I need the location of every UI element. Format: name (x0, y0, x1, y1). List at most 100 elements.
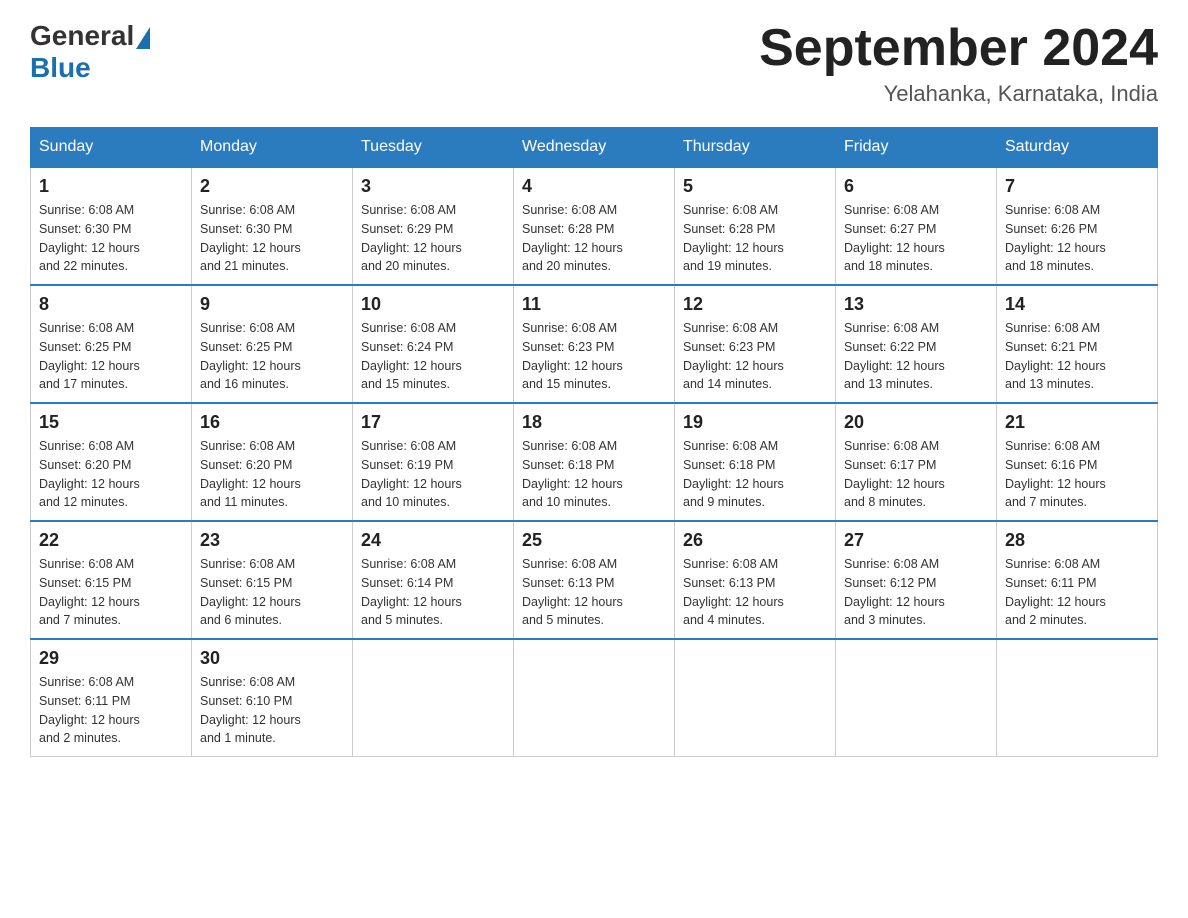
calendar-week-row: 29Sunrise: 6:08 AMSunset: 6:11 PMDayligh… (31, 639, 1158, 757)
day-number: 18 (522, 412, 666, 433)
column-header-friday: Friday (836, 128, 997, 168)
day-number: 5 (683, 176, 827, 197)
calendar-cell: 22Sunrise: 6:08 AMSunset: 6:15 PMDayligh… (31, 521, 192, 639)
logo-blue-text: Blue (30, 52, 150, 84)
calendar-cell (675, 639, 836, 757)
calendar-week-row: 15 Sunrise: 6:08 AMSunset: 6:20 PMDayligh… (31, 403, 1158, 521)
calendar-header-row: SundayMondayTuesdayWednesdayThursdayFrid… (31, 128, 1158, 168)
day-number: 15 (39, 412, 183, 433)
day-number: 1 (39, 176, 183, 197)
day-info: Sunrise: 6:08 AMSunset: 6:20 PMDaylight:… (39, 437, 183, 512)
calendar-cell: 5 Sunrise: 6:08 AMSunset: 6:28 PMDaylight… (675, 167, 836, 285)
day-info: Sunrise: 6:08 AMSunset: 6:27 PMDaylight:… (844, 201, 988, 276)
day-info: Sunrise: 6:08 AMSunset: 6:20 PMDaylight:… (200, 437, 344, 512)
day-number: 23 (200, 530, 344, 551)
calendar-cell: 8 Sunrise: 6:08 AMSunset: 6:25 PMDaylight… (31, 285, 192, 403)
column-header-sunday: Sunday (31, 128, 192, 168)
calendar-cell: 19 Sunrise: 6:08 AMSunset: 6:18 PMDayligh… (675, 403, 836, 521)
day-info: Sunrise: 6:08 AMSunset: 6:10 PMDaylight:… (200, 673, 344, 748)
column-header-saturday: Saturday (997, 128, 1158, 168)
logo: General Blue (30, 20, 150, 84)
page-header: General Blue September 2024 Yelahanka, K… (30, 20, 1158, 107)
day-info: Sunrise: 6:08 AMSunset: 6:26 PMDaylight:… (1005, 201, 1149, 276)
calendar-table: SundayMondayTuesdayWednesdayThursdayFrid… (30, 127, 1158, 757)
calendar-cell: 24 Sunrise: 6:08 AMSunset: 6:14 PMDayligh… (353, 521, 514, 639)
day-info: Sunrise: 6:08 AMSunset: 6:30 PMDaylight:… (39, 201, 183, 276)
day-info: Sunrise: 6:08 AMSunset: 6:22 PMDaylight:… (844, 319, 988, 394)
calendar-cell: 29Sunrise: 6:08 AMSunset: 6:11 PMDayligh… (31, 639, 192, 757)
calendar-week-row: 1 Sunrise: 6:08 AMSunset: 6:30 PMDaylight… (31, 167, 1158, 285)
column-header-tuesday: Tuesday (353, 128, 514, 168)
day-info: Sunrise: 6:08 AMSunset: 6:11 PMDaylight:… (1005, 555, 1149, 630)
day-number: 2 (200, 176, 344, 197)
calendar-cell: 6 Sunrise: 6:08 AMSunset: 6:27 PMDaylight… (836, 167, 997, 285)
day-info: Sunrise: 6:08 AMSunset: 6:16 PMDaylight:… (1005, 437, 1149, 512)
calendar-cell: 3 Sunrise: 6:08 AMSunset: 6:29 PMDaylight… (353, 167, 514, 285)
day-info: Sunrise: 6:08 AMSunset: 6:12 PMDaylight:… (844, 555, 988, 630)
day-number: 20 (844, 412, 988, 433)
day-info: Sunrise: 6:08 AMSunset: 6:23 PMDaylight:… (683, 319, 827, 394)
calendar-cell: 21Sunrise: 6:08 AMSunset: 6:16 PMDayligh… (997, 403, 1158, 521)
calendar-cell: 12 Sunrise: 6:08 AMSunset: 6:23 PMDayligh… (675, 285, 836, 403)
calendar-cell: 27Sunrise: 6:08 AMSunset: 6:12 PMDayligh… (836, 521, 997, 639)
calendar-cell: 7 Sunrise: 6:08 AMSunset: 6:26 PMDaylight… (997, 167, 1158, 285)
calendar-cell: 16 Sunrise: 6:08 AMSunset: 6:20 PMDayligh… (192, 403, 353, 521)
day-info: Sunrise: 6:08 AMSunset: 6:19 PMDaylight:… (361, 437, 505, 512)
calendar-cell: 2Sunrise: 6:08 AMSunset: 6:30 PMDaylight… (192, 167, 353, 285)
calendar-cell: 9Sunrise: 6:08 AMSunset: 6:25 PMDaylight… (192, 285, 353, 403)
logo-general-text: General (30, 20, 134, 52)
calendar-week-row: 8 Sunrise: 6:08 AMSunset: 6:25 PMDaylight… (31, 285, 1158, 403)
calendar-cell: 17Sunrise: 6:08 AMSunset: 6:19 PMDayligh… (353, 403, 514, 521)
day-number: 16 (200, 412, 344, 433)
day-number: 29 (39, 648, 183, 669)
calendar-cell (514, 639, 675, 757)
day-number: 3 (361, 176, 505, 197)
day-info: Sunrise: 6:08 AMSunset: 6:13 PMDaylight:… (683, 555, 827, 630)
day-number: 28 (1005, 530, 1149, 551)
day-info: Sunrise: 6:08 AMSunset: 6:17 PMDaylight:… (844, 437, 988, 512)
column-header-wednesday: Wednesday (514, 128, 675, 168)
day-number: 9 (200, 294, 344, 315)
calendar-cell: 14 Sunrise: 6:08 AMSunset: 6:21 PMDayligh… (997, 285, 1158, 403)
day-number: 7 (1005, 176, 1149, 197)
day-info: Sunrise: 6:08 AMSunset: 6:13 PMDaylight:… (522, 555, 666, 630)
day-info: Sunrise: 6:08 AMSunset: 6:18 PMDaylight:… (522, 437, 666, 512)
column-header-thursday: Thursday (675, 128, 836, 168)
calendar-cell: 20 Sunrise: 6:08 AMSunset: 6:17 PMDayligh… (836, 403, 997, 521)
calendar-cell: 11Sunrise: 6:08 AMSunset: 6:23 PMDayligh… (514, 285, 675, 403)
calendar-subtitle: Yelahanka, Karnataka, India (759, 81, 1158, 107)
day-number: 13 (844, 294, 988, 315)
day-number: 10 (361, 294, 505, 315)
logo-triangle-icon (136, 27, 150, 49)
calendar-cell: 10Sunrise: 6:08 AMSunset: 6:24 PMDayligh… (353, 285, 514, 403)
calendar-cell: 23 Sunrise: 6:08 AMSunset: 6:15 PMDayligh… (192, 521, 353, 639)
calendar-cell (997, 639, 1158, 757)
day-info: Sunrise: 6:08 AMSunset: 6:28 PMDaylight:… (522, 201, 666, 276)
calendar-cell: 13 Sunrise: 6:08 AMSunset: 6:22 PMDayligh… (836, 285, 997, 403)
title-section: September 2024 Yelahanka, Karnataka, Ind… (759, 20, 1158, 107)
day-number: 6 (844, 176, 988, 197)
calendar-cell: 30Sunrise: 6:08 AMSunset: 6:10 PMDayligh… (192, 639, 353, 757)
calendar-week-row: 22 Sunrise: 6:08 AMSunset: 6:15 PMDayligh… (31, 521, 1158, 639)
day-number: 4 (522, 176, 666, 197)
day-info: Sunrise: 6:08 AMSunset: 6:25 PMDaylight:… (39, 319, 183, 394)
day-number: 8 (39, 294, 183, 315)
day-number: 12 (683, 294, 827, 315)
day-info: Sunrise: 6:08 AMSunset: 6:14 PMDaylight:… (361, 555, 505, 630)
day-number: 24 (361, 530, 505, 551)
column-header-monday: Monday (192, 128, 353, 168)
day-info: Sunrise: 6:08 AMSunset: 6:21 PMDaylight:… (1005, 319, 1149, 394)
calendar-cell (353, 639, 514, 757)
day-info: Sunrise: 6:08 AMSunset: 6:18 PMDaylight:… (683, 437, 827, 512)
day-info: Sunrise: 6:08 AMSunset: 6:29 PMDaylight:… (361, 201, 505, 276)
day-number: 14 (1005, 294, 1149, 315)
day-number: 19 (683, 412, 827, 433)
day-number: 26 (683, 530, 827, 551)
day-number: 22 (39, 530, 183, 551)
day-number: 11 (522, 294, 666, 315)
calendar-cell: 1 Sunrise: 6:08 AMSunset: 6:30 PMDaylight… (31, 167, 192, 285)
calendar-cell: 15 Sunrise: 6:08 AMSunset: 6:20 PMDayligh… (31, 403, 192, 521)
day-info: Sunrise: 6:08 AMSunset: 6:15 PMDaylight:… (200, 555, 344, 630)
day-info: Sunrise: 6:08 AMSunset: 6:28 PMDaylight:… (683, 201, 827, 276)
calendar-cell: 18 Sunrise: 6:08 AMSunset: 6:18 PMDayligh… (514, 403, 675, 521)
